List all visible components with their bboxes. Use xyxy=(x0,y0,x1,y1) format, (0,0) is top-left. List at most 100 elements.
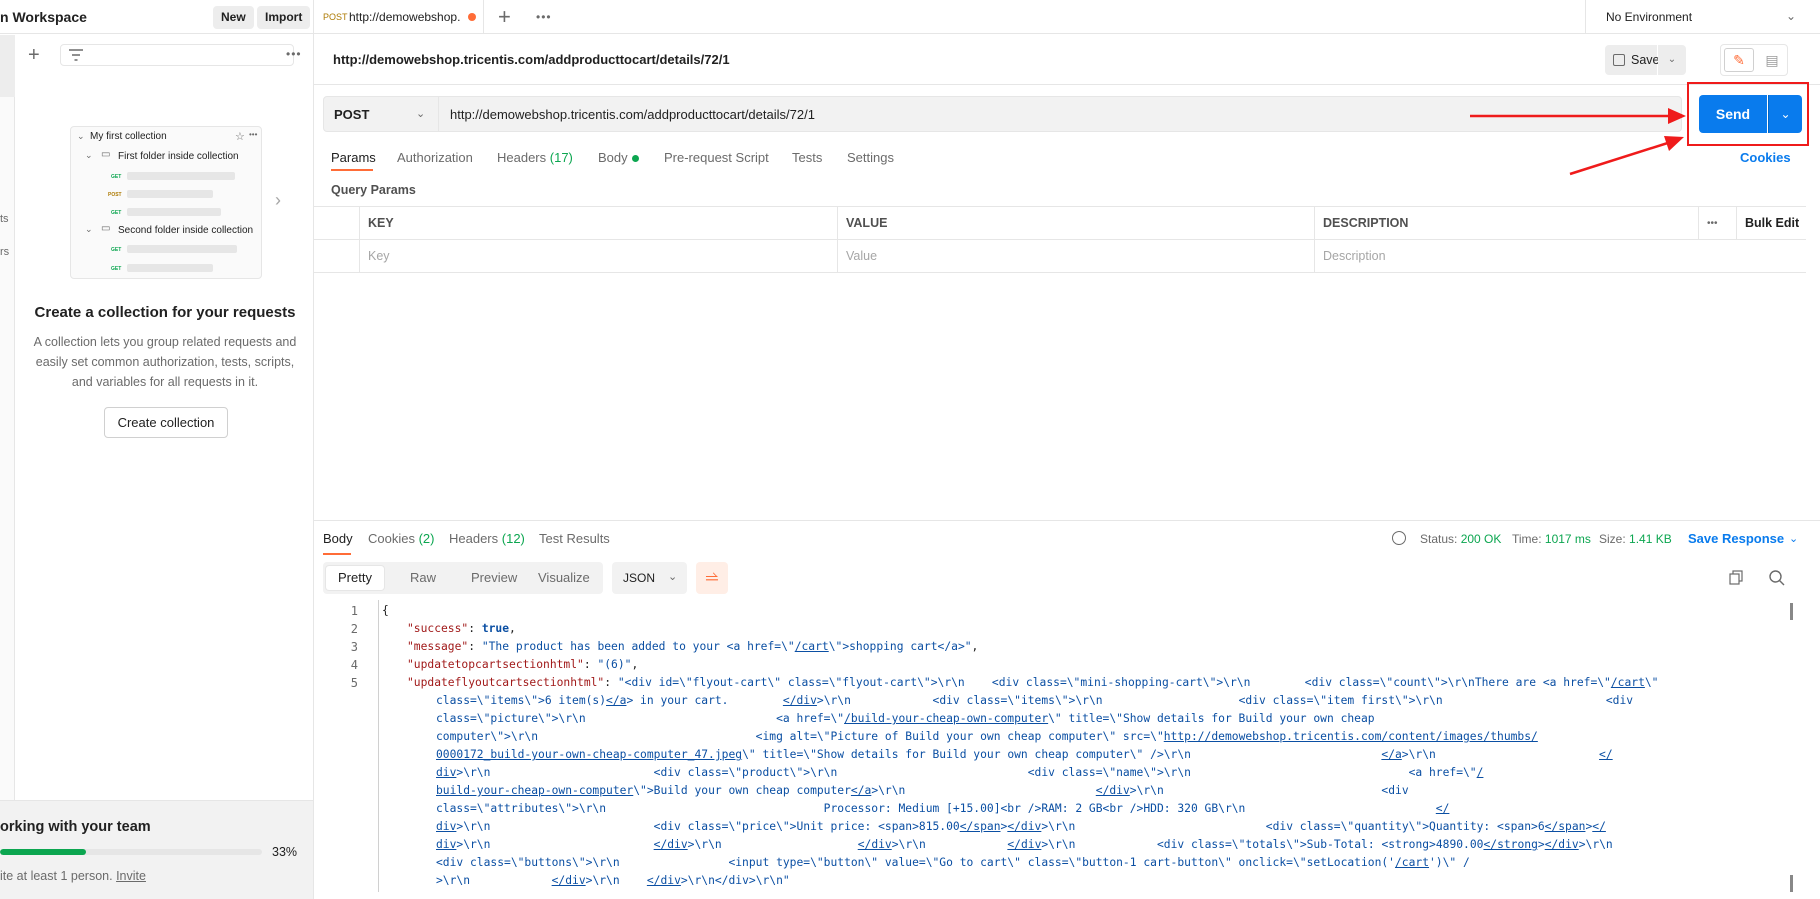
preview-request-bar xyxy=(127,172,235,180)
team-progress-bar xyxy=(0,849,262,855)
tab-pre-request-script[interactable]: Pre-request Script xyxy=(664,150,769,165)
sidebar-rail: ts rs xyxy=(0,35,15,800)
column-options-icon[interactable]: ••• xyxy=(1698,207,1736,240)
view-raw[interactable]: Raw xyxy=(398,566,448,590)
preview-request-bar xyxy=(127,245,237,253)
pencil-icon[interactable]: ✎ xyxy=(1724,48,1754,72)
search-icon[interactable] xyxy=(1768,569,1786,587)
chevron-right-icon[interactable]: › xyxy=(275,190,281,211)
unsaved-dot-icon xyxy=(468,13,476,21)
chevron-down-icon[interactable]: ⌄ xyxy=(1789,532,1798,545)
code-line: "success": true, xyxy=(407,622,516,635)
preview-method: GET xyxy=(111,247,122,253)
scrollbar-thumb[interactable] xyxy=(1790,603,1793,620)
request-tab-method: POST xyxy=(323,12,348,22)
tab-more-icon[interactable]: ••• xyxy=(536,10,552,24)
preview-request-bar xyxy=(127,190,213,198)
tab-body[interactable]: Body xyxy=(598,150,639,165)
view-preview[interactable]: Preview xyxy=(459,566,529,590)
value-input[interactable]: Value xyxy=(837,240,1314,273)
code-line: { xyxy=(382,604,389,617)
wrap-lines-icon[interactable]: ⥬ xyxy=(696,562,728,594)
tab-headers[interactable]: Headers (17) xyxy=(497,150,573,165)
code-line: "updateflyoutcartsectionhtml": "<div id=… xyxy=(407,676,1659,689)
request-title[interactable]: http://demowebshop.tricentis.com/addprod… xyxy=(333,52,730,67)
code-line: div>\r\n </div>\r\n </div>\r\n </div>\r\… xyxy=(436,838,1613,851)
format-select[interactable]: JSON ⌄ xyxy=(612,562,687,594)
size-readout[interactable]: Size: 1.41 KB xyxy=(1599,532,1672,546)
code-line: div>\r\n <div class=\"product\">\r\n <di… xyxy=(436,766,1484,779)
sidebar: n Workspace New Import ts rs + ••• ⌄ My … xyxy=(0,0,314,899)
tab-settings[interactable]: Settings xyxy=(847,150,894,165)
environment-select[interactable]: No Environment ⌄ xyxy=(1585,0,1820,34)
rail-item-collections[interactable] xyxy=(0,35,15,97)
method-label: POST xyxy=(334,107,370,122)
invite-link[interactable]: Invite xyxy=(116,869,146,883)
collection-preview: ⌄ My first collection ☆ ••• ⌄ ▭ First fo… xyxy=(70,126,262,279)
method-select[interactable]: POST ⌄ xyxy=(324,97,439,131)
response-headers-count: (12) xyxy=(501,531,525,546)
line-number-gutter: 1 2 3 4 5 xyxy=(314,600,368,899)
url-input[interactable]: http://demowebshop.tricentis.com/addprod… xyxy=(450,107,815,122)
save-response-button[interactable]: Save Response xyxy=(1688,531,1784,546)
more-options-icon[interactable]: ••• xyxy=(286,47,302,61)
tab-params[interactable]: Params xyxy=(331,150,376,165)
active-tab-indicator xyxy=(331,169,373,171)
chevron-down-icon: ⌄ xyxy=(85,150,93,160)
more-icon: ••• xyxy=(249,130,258,139)
scrollbar-thumb-bottom[interactable] xyxy=(1790,875,1793,892)
create-collection-button[interactable]: Create collection xyxy=(104,407,228,438)
tab-tests[interactable]: Tests xyxy=(792,150,822,165)
preview-request-bar xyxy=(127,264,213,272)
response-body[interactable]: 1 2 3 4 5 { "success": true, "message": … xyxy=(314,600,1806,899)
tab-headers-label: Headers xyxy=(497,150,547,165)
rail-item-environments-label[interactable]: ts xyxy=(0,213,9,225)
response-tab-test-results[interactable]: Test Results xyxy=(539,531,610,546)
new-tab-icon[interactable]: + xyxy=(498,4,511,30)
cookies-link[interactable]: Cookies xyxy=(1740,150,1791,165)
empty-state-title: Create a collection for your requests xyxy=(34,304,296,321)
copy-icon[interactable] xyxy=(1729,570,1743,585)
environment-label: No Environment xyxy=(1606,10,1693,24)
line-number: 4 xyxy=(350,658,358,672)
request-tab[interactable]: POST http://demowebshop. xyxy=(314,0,484,34)
response-tab-headers[interactable]: Headers (12) xyxy=(449,531,525,546)
response-tab-headers-label: Headers xyxy=(449,531,499,546)
view-visualize[interactable]: Visualize xyxy=(526,566,602,590)
team-title: orking with your team xyxy=(0,819,151,835)
code-line: <div class=\"buttons\">\r\n <input type=… xyxy=(436,856,1470,869)
chevron-down-icon: ⌄ xyxy=(668,571,678,583)
tab-authorization[interactable]: Authorization xyxy=(397,150,473,165)
code-line: class=\"items\">6 item(s)</a> in your ca… xyxy=(436,694,1634,707)
response-tab-body[interactable]: Body xyxy=(323,531,353,546)
request-title-bar: http://demowebshop.tricentis.com/addprod… xyxy=(314,35,1820,85)
description-input[interactable]: Description xyxy=(1314,240,1806,273)
response-tab-cookies[interactable]: Cookies (2) xyxy=(368,531,434,546)
import-button[interactable]: Import xyxy=(257,6,311,29)
tab-body-label: Body xyxy=(598,150,628,165)
view-pretty[interactable]: Pretty xyxy=(326,566,384,590)
documentation-icon[interactable]: ▤ xyxy=(1758,48,1786,72)
add-collection-icon[interactable]: + xyxy=(28,45,40,65)
new-button[interactable]: New xyxy=(213,6,254,29)
key-input[interactable]: Key xyxy=(359,240,837,273)
request-tab-bar: POST http://demowebshop. + ••• No Enviro… xyxy=(314,0,1820,34)
preview-request-bar xyxy=(127,208,221,216)
size-value: 1.41 KB xyxy=(1629,532,1672,546)
column-description: DESCRIPTION xyxy=(1314,207,1698,240)
filter-input[interactable] xyxy=(60,44,294,66)
bulk-edit-button[interactable]: Bulk Edit xyxy=(1736,207,1806,240)
time-value: 1017 ms xyxy=(1544,532,1591,546)
rail-item-monitors-label[interactable]: rs xyxy=(0,246,9,258)
globe-icon[interactable] xyxy=(1392,531,1406,545)
preview-method: GET xyxy=(111,174,122,180)
folder-icon: ▭ xyxy=(101,149,111,160)
team-progress-fill xyxy=(0,849,87,855)
view-mode-toggle: ✎ ▤ xyxy=(1720,44,1788,76)
status-readout[interactable]: Status: 200 OK xyxy=(1420,532,1501,546)
status-value: 200 OK xyxy=(1460,532,1502,546)
active-tab-indicator xyxy=(323,553,351,555)
save-button[interactable]: Save xyxy=(1605,45,1660,75)
time-readout[interactable]: Time: 1017 ms xyxy=(1512,532,1591,546)
save-dropdown-icon[interactable]: ⌄ xyxy=(1658,45,1686,75)
